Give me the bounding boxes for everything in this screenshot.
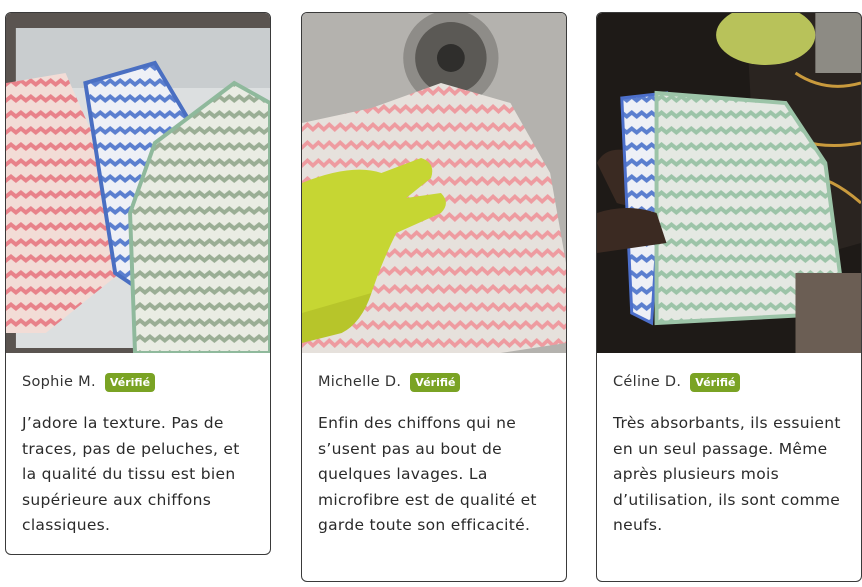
review-meta: Michelle D. Vérifié [302,353,566,395]
review-meta: Sophie M. Vérifié [6,353,270,395]
review-card: Sophie M. Vérifié J’adore la texture. Pa… [5,12,271,555]
review-photo [302,13,566,353]
author-name: Céline D. [613,374,682,390]
author-name: Michelle D. [318,374,402,390]
review-photo [597,13,861,353]
review-photo [6,13,270,353]
verified-badge: Vérifié [410,372,461,392]
review-grid: Sophie M. Vérifié J’adore la texture. Pa… [0,0,862,587]
review-card: Michelle D. Vérifié Enfin des chiffons q… [301,12,567,582]
verified-badge: Vérifié [690,372,741,392]
review-meta: Céline D. Vérifié [597,353,861,395]
review-text: Très absorbants, ils essuient en un seul… [613,414,841,534]
verified-badge: Vérifié [104,372,156,392]
review-card: Céline D. Vérifié Très absorbants, ils e… [596,12,862,582]
author-name: Sophie M. [22,374,96,390]
review-text: J’adore la texture. Pas de traces, pas d… [22,414,240,534]
review-text: Enfin des chiffons qui ne s’usent pas au… [318,414,537,534]
